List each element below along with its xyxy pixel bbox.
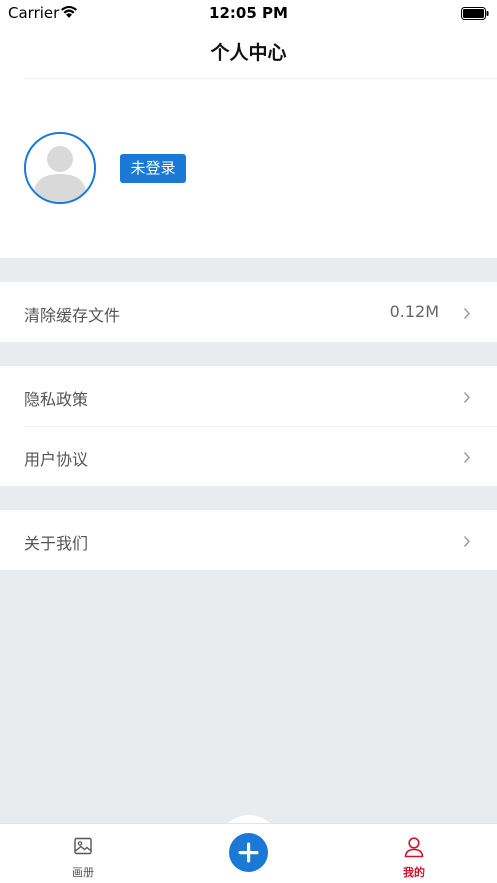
privacy-policy-row[interactable]: 隐私政策 bbox=[0, 366, 497, 426]
legal-group: 隐私政策 用户协议 bbox=[0, 366, 497, 486]
tab-album-label: 画册 bbox=[72, 866, 94, 879]
avatar[interactable] bbox=[24, 132, 96, 204]
about-us-row[interactable]: 关于我们 bbox=[0, 510, 497, 570]
image-icon bbox=[73, 836, 93, 860]
about-us-label: 关于我们 bbox=[24, 534, 89, 553]
chevron-right-icon bbox=[463, 533, 471, 552]
battery-icon bbox=[461, 5, 489, 24]
status-bar: Carrier 12:05 PM bbox=[0, 0, 497, 24]
tab-mine[interactable]: 我的 bbox=[374, 824, 454, 883]
login-status-button[interactable]: 未登录 bbox=[120, 154, 186, 183]
user-agreement-label: 用户协议 bbox=[24, 450, 89, 469]
about-group: 关于我们 bbox=[0, 510, 497, 570]
clear-cache-label: 清除缓存文件 bbox=[24, 306, 121, 325]
cache-group: 清除缓存文件 0.12M bbox=[0, 282, 497, 342]
page-title: 个人中心 bbox=[210, 42, 287, 64]
chevron-right-icon bbox=[463, 305, 471, 324]
chevron-right-icon bbox=[463, 449, 471, 468]
tab-album[interactable]: 画册 bbox=[43, 824, 123, 883]
add-button[interactable] bbox=[229, 833, 268, 872]
profile-section: 未登录 bbox=[0, 79, 497, 258]
user-icon bbox=[404, 836, 424, 862]
default-avatar-icon bbox=[26, 134, 94, 202]
privacy-policy-label: 隐私政策 bbox=[24, 390, 89, 409]
status-time: 12:05 PM bbox=[209, 4, 288, 22]
user-agreement-row[interactable]: 用户协议 bbox=[0, 426, 497, 486]
plus-icon bbox=[238, 842, 259, 863]
cache-size-value: 0.12M bbox=[389, 302, 439, 321]
tab-mine-label: 我的 bbox=[403, 866, 425, 879]
chevron-right-icon bbox=[463, 389, 471, 408]
clear-cache-row[interactable]: 清除缓存文件 0.12M bbox=[0, 282, 497, 342]
nav-bar: 个人中心 bbox=[0, 24, 497, 79]
